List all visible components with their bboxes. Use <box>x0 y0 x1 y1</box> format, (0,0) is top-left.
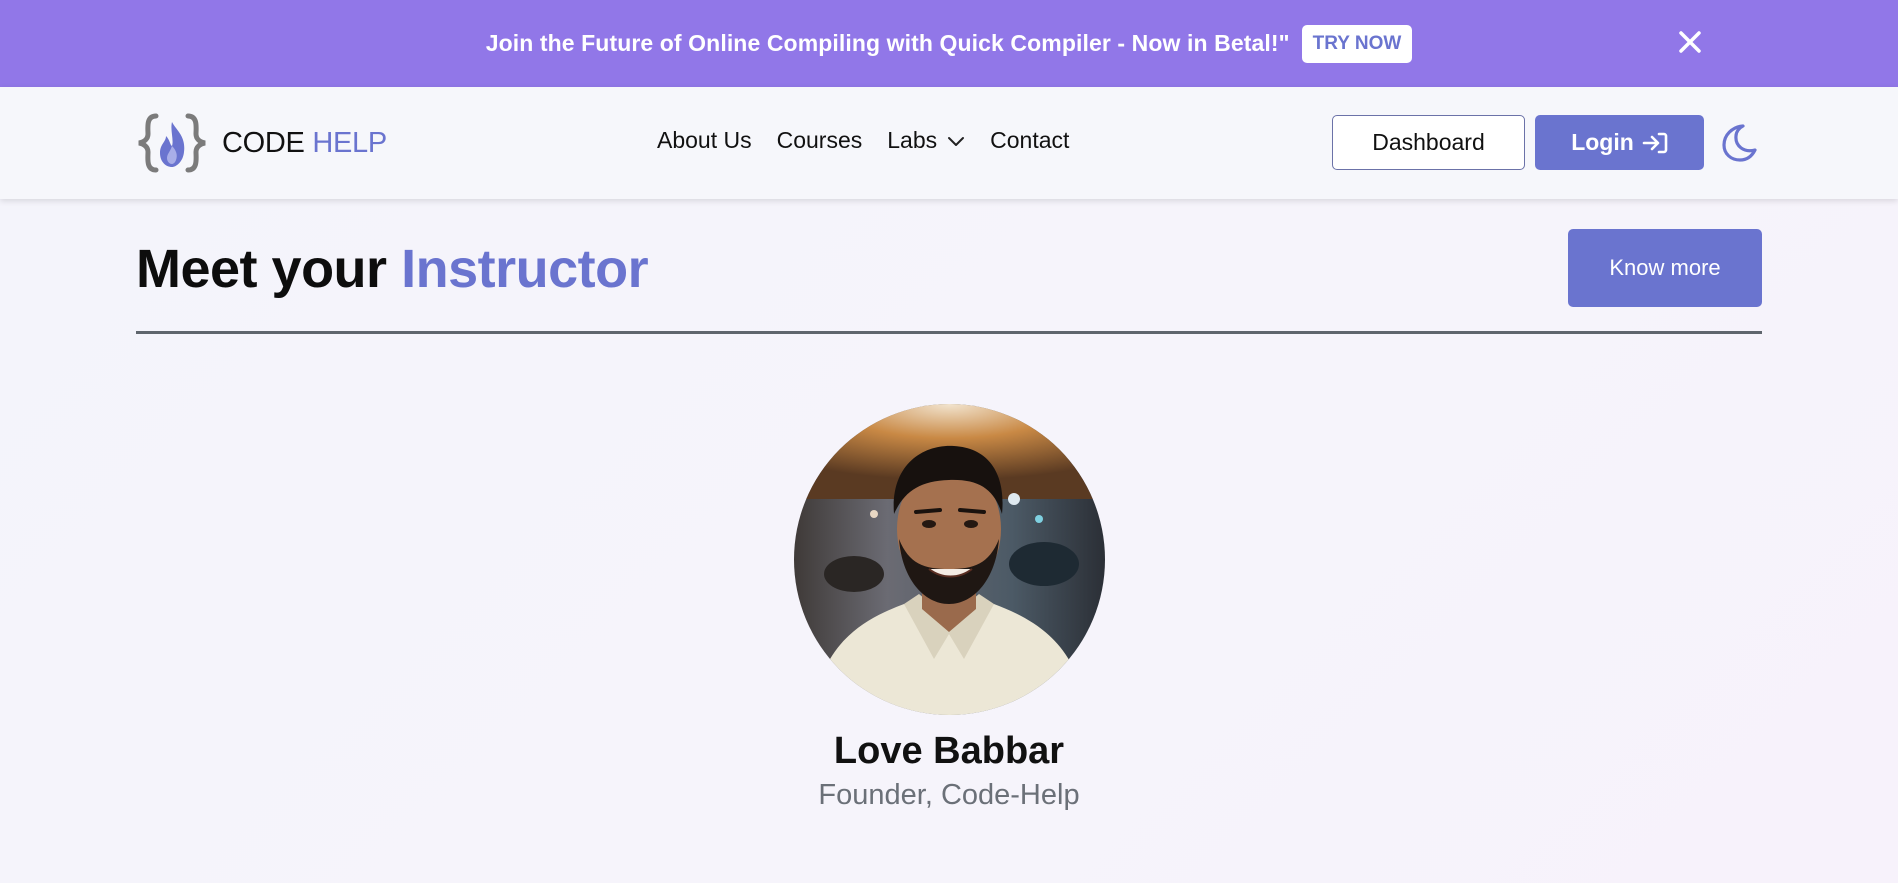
nav-link-contact[interactable]: Contact <box>990 127 1069 154</box>
dashboard-button[interactable]: Dashboard <box>1332 115 1525 170</box>
instructor-name: Love Babbar <box>833 730 1065 772</box>
section-divider <box>136 331 1762 334</box>
banner-message: Join the Future of Online Compiling with… <box>485 30 1290 56</box>
instructor-photo <box>794 404 1105 715</box>
logo-text: CODE HELP <box>222 127 387 160</box>
nav-links: About Us Courses Labs Contact <box>657 127 1094 154</box>
moon-icon[interactable] <box>1718 122 1758 162</box>
logo-code-text: CODE <box>222 126 305 159</box>
try-now-button[interactable]: TRY NOW <box>1301 24 1413 63</box>
instructor-avatar <box>794 404 1105 715</box>
code-flame-logo-icon <box>138 113 206 173</box>
section-title-accent: Instructor <box>401 239 649 299</box>
chevron-down-icon <box>948 136 965 146</box>
login-button-label: Login <box>1571 129 1634 155</box>
nav-link-labs[interactable]: Labs <box>887 127 965 154</box>
logo-help-text: HELP <box>312 126 387 159</box>
sign-in-icon <box>1642 132 1668 153</box>
instructor-role: Founder, Code-Help <box>818 779 1080 811</box>
nav-link-about-us[interactable]: About Us <box>657 127 752 154</box>
announcement-banner: Join the Future of Online Compiling with… <box>0 0 1898 87</box>
close-icon[interactable] <box>1676 28 1704 56</box>
login-button[interactable]: Login <box>1535 115 1704 170</box>
logo[interactable]: CODE HELP <box>136 113 387 173</box>
know-more-button[interactable]: Know more <box>1568 229 1762 307</box>
nav-link-labs-label: Labs <box>887 127 938 153</box>
nav-link-courses[interactable]: Courses <box>777 127 863 154</box>
section-title: Meet your Instructor <box>136 238 649 300</box>
navbar: CODE HELP About Us Courses Labs Contact … <box>0 87 1898 199</box>
section-title-prefix: Meet your <box>136 239 387 299</box>
